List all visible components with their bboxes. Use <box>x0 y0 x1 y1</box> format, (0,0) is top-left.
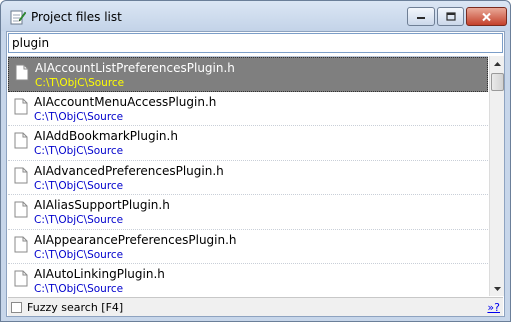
status-bar: Fuzzy search [F4] »? <box>8 297 503 316</box>
client-area: AIAccountListPreferencesPlugin.h C:\T\Ob… <box>6 31 505 317</box>
file-name: AIAdvancedPreferencesPlugin.h <box>34 163 224 178</box>
file-icon <box>14 132 28 149</box>
fuzzy-search-label[interactable]: Fuzzy search [F4] <box>27 301 123 314</box>
scroll-down-button[interactable] <box>490 281 505 296</box>
file-icon <box>14 270 28 287</box>
list-item[interactable]: AIAddBookmarkPlugin.h C:\T\ObjC\Source <box>8 126 488 161</box>
scroll-thumb[interactable] <box>491 73 504 91</box>
file-path: C:\T\ObjC\Source <box>34 214 124 226</box>
file-path: C:\T\ObjC\Source <box>34 283 124 295</box>
window-title: Project files list <box>31 10 122 24</box>
file-icon <box>14 201 28 218</box>
list-item[interactable]: AIAppearancePreferencesPlugin.h C:\T\Obj… <box>8 230 488 264</box>
list-item[interactable]: AIAliasSupportPlugin.h C:\T\ObjC\Source <box>8 195 488 230</box>
maximize-icon <box>445 12 456 21</box>
edit-notepad-icon <box>10 10 26 25</box>
file-name: AIAddBookmarkPlugin.h <box>34 129 178 143</box>
file-name: AIAccountMenuAccessPlugin.h <box>34 94 217 109</box>
file-icon <box>14 167 28 183</box>
file-name: AIAliasSupportPlugin.h <box>34 198 170 212</box>
help-link[interactable]: »? <box>487 301 500 314</box>
file-list[interactable]: AIAccountListPreferencesPlugin.h C:\T\Ob… <box>8 56 488 296</box>
file-icon <box>14 98 28 114</box>
arrow-down-icon <box>494 286 501 291</box>
fuzzy-search-checkbox[interactable] <box>11 302 22 313</box>
maximize-button[interactable] <box>437 7 464 26</box>
close-button[interactable] <box>466 7 507 26</box>
file-path: C:\T\ObjC\Source <box>34 110 124 123</box>
search-input[interactable] <box>8 33 503 53</box>
file-name: AIAutoLinkingPlugin.h <box>34 267 165 281</box>
vertical-scrollbar[interactable] <box>489 56 504 296</box>
list-item[interactable]: AIAccountListPreferencesPlugin.h C:\T\Ob… <box>8 57 488 92</box>
file-path: C:\T\ObjC\Source <box>35 77 125 89</box>
list-item[interactable]: AIAutoLinkingPlugin.h C:\T\ObjC\Source <box>8 264 488 296</box>
scroll-up-button[interactable] <box>490 56 505 71</box>
minimize-icon <box>417 16 425 19</box>
list-item[interactable]: AIAdvancedPreferencesPlugin.h C:\T\ObjC\… <box>8 161 488 195</box>
project-files-window: Project files list plugin AIAccountListP… <box>0 0 511 322</box>
file-icon <box>14 236 28 252</box>
close-icon <box>482 12 491 21</box>
file-path: C:\T\ObjC\Source <box>34 248 124 261</box>
file-name: AIAppearancePreferencesPlugin.h <box>34 232 237 247</box>
arrow-up-icon <box>494 61 501 66</box>
minimize-button[interactable] <box>407 7 435 26</box>
list-item[interactable]: AIAccountMenuAccessPlugin.h C:\T\ObjC\So… <box>8 92 488 126</box>
title-bar[interactable]: Project files list <box>1 1 510 31</box>
file-path: C:\T\ObjC\Source <box>34 145 124 157</box>
file-name: AIAccountListPreferencesPlugin.h <box>35 61 235 75</box>
file-path: C:\T\ObjC\Source <box>34 179 124 192</box>
file-icon <box>15 64 29 81</box>
